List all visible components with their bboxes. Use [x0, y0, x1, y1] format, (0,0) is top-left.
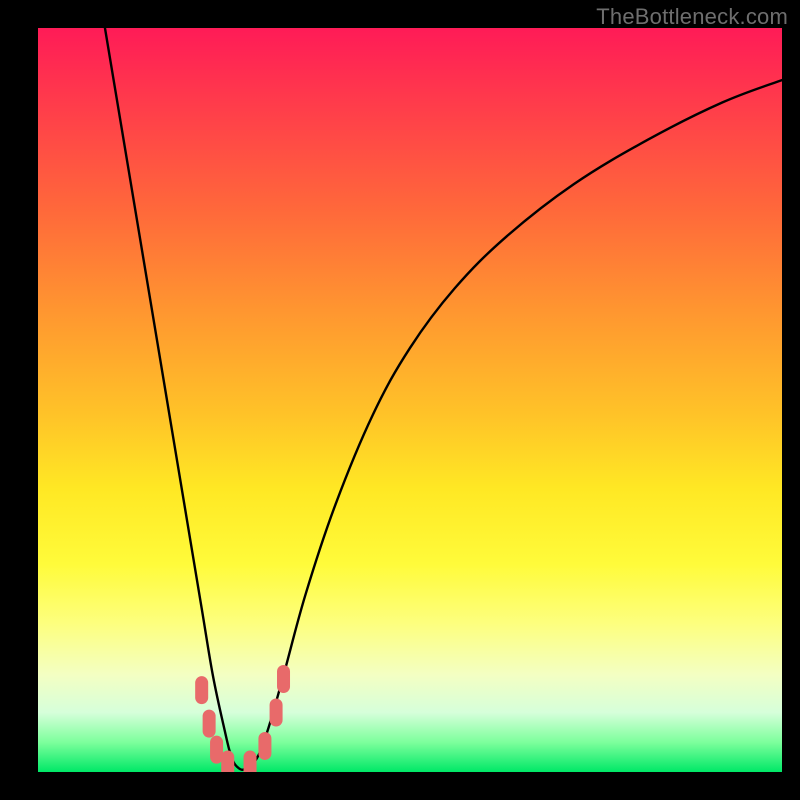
plot-area	[38, 28, 782, 772]
curve-marker	[244, 751, 257, 772]
curve-marker	[203, 710, 216, 738]
bottleneck-curve-svg	[38, 28, 782, 772]
curve-markers	[195, 665, 290, 772]
curve-marker	[221, 751, 234, 772]
bottleneck-curve-path	[105, 28, 782, 770]
curve-marker	[210, 736, 223, 764]
curve-marker	[270, 698, 283, 726]
curve-marker	[258, 732, 271, 760]
watermark-text: TheBottleneck.com	[596, 4, 788, 30]
chart-frame: TheBottleneck.com	[0, 0, 800, 800]
curve-marker	[195, 676, 208, 704]
curve-marker	[277, 665, 290, 693]
